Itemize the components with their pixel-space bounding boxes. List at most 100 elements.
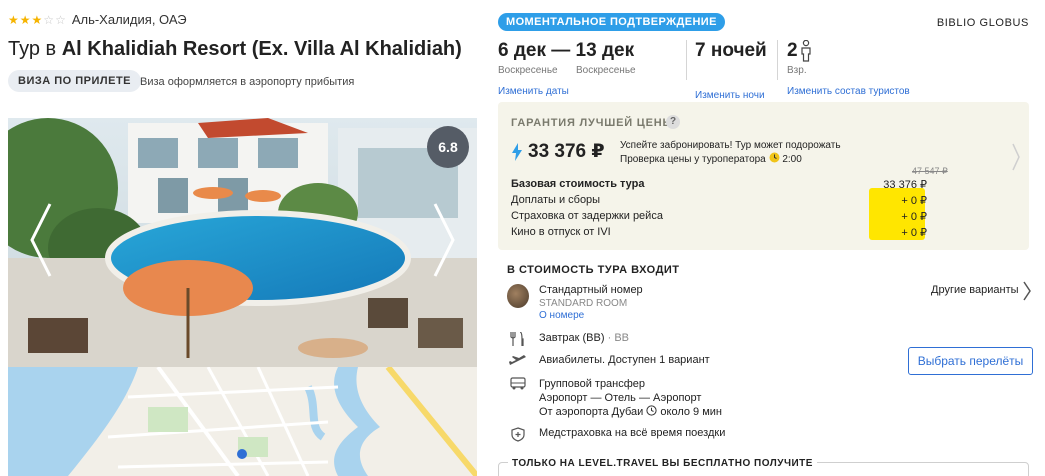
tourists-block: 2 Взр. Изменить состав туристов: [787, 40, 910, 97]
adults-count: 2: [787, 40, 798, 61]
cutlery-icon: [507, 332, 529, 346]
free-bonus-title: ТОЛЬКО НА LEVEL.TRAVEL ВЫ БЕСПЛАТНО ПОЛУ…: [508, 458, 817, 469]
change-nights-link[interactable]: Изменить ночи: [695, 90, 767, 101]
price-check-timer: 2:00: [782, 154, 802, 165]
transfer-row: Групповой трансфер Аэропорт — Отель — Аэ…: [507, 377, 722, 419]
price-breakdown: Базовая стоимость тура 33 376 ₽ Доплаты …: [511, 176, 927, 240]
room-type: STANDARD ROOM: [539, 298, 628, 309]
change-tourists-link[interactable]: Изменить состав туристов: [787, 86, 910, 97]
hotel-map[interactable]: [8, 367, 477, 476]
star-icon: ★: [19, 12, 31, 27]
instant-confirmation-badge: МОМЕНТАЛЬНОЕ ПОДТВЕРЖДЕНИЕ: [498, 13, 725, 31]
price-warning-line: Успейте забронировать! Тур может подорож…: [620, 140, 841, 151]
breakdown-value: + 0 ₽: [901, 210, 927, 223]
day-from: Воскресенье: [498, 65, 558, 76]
transfer-time: От аэропорта Дубаи около 9 мин: [539, 405, 722, 419]
timer-icon: [769, 152, 780, 163]
hotel-photo: [8, 118, 477, 367]
about-room-link[interactable]: О номере: [539, 310, 643, 321]
price-warning: Успейте забронировать! Тур может подорож…: [620, 139, 841, 166]
best-price-guarantee: ГАРАНТИЯ ЛУЧШЕЙ ЦЕНЫ: [511, 117, 675, 129]
hotel-column: ★ ★ ★ ☆ ☆ Аль-Халидия, ОАЭ Тур в Al Khal…: [0, 0, 490, 476]
meal-row: Завтрак (BB) · BB: [507, 332, 629, 346]
price-value: 33 376 ₽: [528, 141, 605, 162]
includes-title: В СТОИМОСТЬ ТУРА ВХОДИТ: [507, 264, 680, 276]
chevron-right-icon[interactable]: [1022, 280, 1032, 302]
meal-code: BB: [614, 332, 629, 344]
tour-operator: BIBLIO GLOBUS: [936, 17, 1029, 29]
room-name: Стандартный номер: [539, 284, 643, 296]
divider: [777, 40, 778, 80]
bus-icon: [507, 377, 529, 390]
adults-label: Взр.: [787, 65, 807, 76]
date-to: 13 дек: [575, 40, 635, 61]
date-range: 6 дек — 13 дек: [498, 40, 636, 62]
map-image: [8, 367, 477, 476]
nights-count: 7 ночей: [695, 40, 767, 61]
star-rating: ★ ★ ★ ☆ ☆: [8, 13, 66, 27]
insurance-info: Медстраховка на всё время поездки: [539, 427, 726, 439]
price-check-text: Проверка цены у туроператора: [620, 154, 766, 165]
person-icon: [800, 40, 811, 62]
breakdown-label: Доплаты и сборы: [511, 194, 601, 206]
date-dash: —: [551, 40, 571, 61]
breakdown-label: Базовая стоимость тура: [511, 178, 645, 190]
chevron-right-icon[interactable]: [1011, 142, 1021, 172]
hotel-location: Аль-Халидия, ОАЭ: [71, 12, 187, 27]
transfer-title: Групповой трансфер: [539, 378, 646, 390]
breakdown-value: 33 376 ₽: [883, 178, 927, 191]
room-info: Стандартный номер STANDARD ROOM О номере: [539, 284, 643, 321]
price-panel: ГАРАНТИЯ ЛУЧШЕЙ ЦЕНЫ ? 33 376 ₽ Успейте …: [498, 102, 1029, 250]
tour-dates: 6 дек — 13 дек Воскресенье Воскресенье И…: [498, 40, 636, 97]
select-flights-button[interactable]: Выбрать перелёты: [908, 347, 1033, 375]
adults-row: 2: [787, 40, 910, 62]
help-icon[interactable]: ?: [666, 115, 680, 129]
breakdown-value: + 0 ₽: [901, 194, 927, 207]
change-dates-link[interactable]: Изменить даты: [498, 86, 636, 97]
date-days: Воскресенье Воскресенье: [498, 65, 636, 76]
page-title: Тур в Al Khalidiah Resort (Ex. Villa Al …: [8, 38, 462, 61]
visa-note: Виза оформляется в аэропорту прибытия: [140, 76, 355, 88]
transfer-route: Аэропорт — Отель — Аэропорт: [539, 392, 702, 404]
star-empty-icon: ☆: [43, 12, 55, 27]
flights-info: Авиабилеты. Доступен 1 вариант: [539, 354, 710, 366]
transfer-duration: около 9 мин: [660, 406, 723, 418]
breakdown-value: + 0 ₽: [901, 226, 927, 239]
hotel-photo-gallery[interactable]: 6.8: [8, 118, 477, 367]
meal-info: Завтрак (BB) · BB: [539, 332, 629, 344]
lightning-icon: [512, 142, 522, 161]
breakdown-row: Доплаты и сборы + 0 ₽: [511, 192, 927, 208]
day-to: Воскресенье: [576, 65, 636, 76]
star-icon: ★: [31, 12, 43, 27]
flights-row: Авиабилеты. Доступен 1 вариант: [507, 354, 710, 366]
rating-badge: 6.8: [427, 126, 469, 168]
divider: [686, 40, 687, 80]
shield-icon: [507, 427, 529, 442]
breakdown-row: Кино в отпуск от IVI + 0 ₽: [511, 224, 927, 240]
title-prefix: Тур в: [8, 38, 62, 60]
chevron-left-icon[interactable]: [26, 200, 56, 280]
breakdown-row: Страховка от задержки рейса + 0 ₽: [511, 208, 927, 224]
star-empty-icon: ☆: [55, 12, 66, 27]
hotel-name: Al Khalidiah Resort (Ex. Villa Al Khalid…: [61, 38, 462, 60]
chevron-right-icon[interactable]: [429, 200, 459, 280]
hotel-header-meta: ★ ★ ★ ☆ ☆ Аль-Халидия, ОАЭ: [8, 12, 187, 27]
transfer-info: Групповой трансфер Аэропорт — Отель — Аэ…: [539, 377, 722, 419]
transfer-time-prefix: От аэропорта Дубаи: [539, 406, 644, 418]
plane-icon: [507, 354, 529, 366]
room-thumbnail: [507, 284, 529, 308]
clock-icon: [646, 405, 657, 416]
nights-block: 7 ночей Изменить ночи: [695, 40, 767, 101]
star-icon: ★: [8, 12, 19, 27]
room-row: Стандартный номер STANDARD ROOM О номере: [507, 284, 643, 321]
breakdown-row: Базовая стоимость тура 33 376 ₽: [511, 176, 927, 192]
other-variants-link[interactable]: Другие варианты: [931, 284, 1019, 296]
date-from: 6 дек: [498, 40, 546, 61]
current-price: 33 376 ₽: [512, 140, 605, 163]
visa-badge: ВИЗА ПО ПРИЛЕТЕ: [8, 70, 142, 92]
meal-name: Завтрак (BB): [539, 332, 605, 344]
breakdown-label: Страховка от задержки рейса: [511, 210, 663, 222]
room-photo: [507, 284, 529, 308]
breakdown-label: Кино в отпуск от IVI: [511, 226, 611, 238]
insurance-row: Медстраховка на всё время поездки: [507, 427, 725, 442]
